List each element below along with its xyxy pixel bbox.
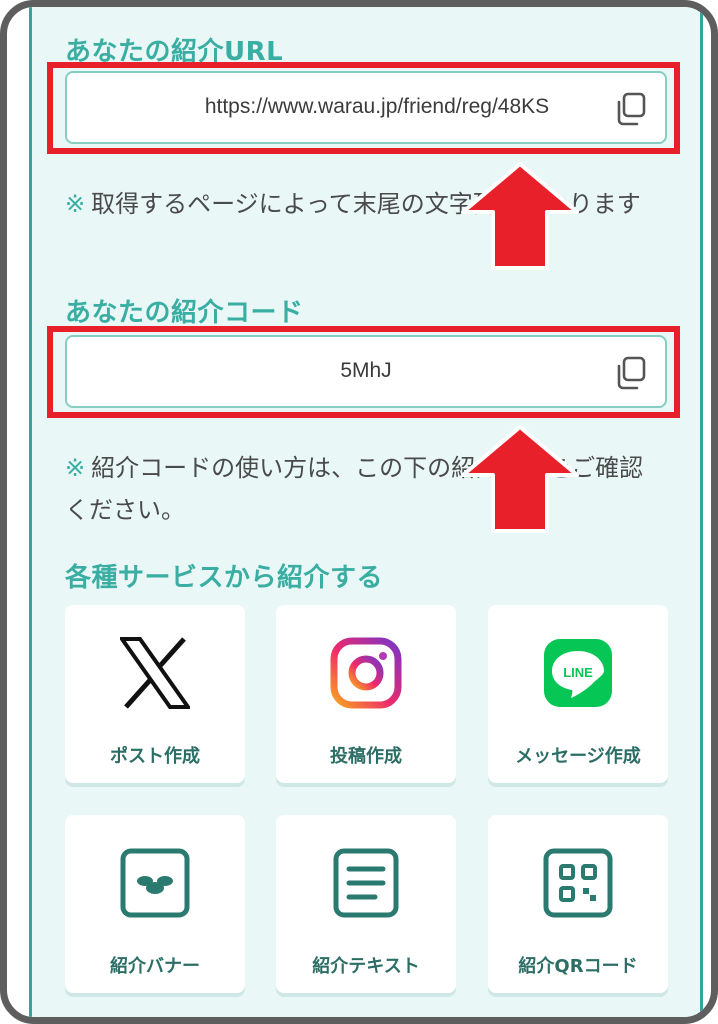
line-message-card[interactable]: LINE メッセージ作成 xyxy=(488,605,668,783)
post-create-label: ポスト作成 xyxy=(110,746,200,767)
code-note-link[interactable]: 方法 xyxy=(499,454,547,482)
code-note: ※ 紹介コードの使い方は、この下の紹介方法をご確認ください。 xyxy=(65,447,665,531)
url-note: ※ 取得するページによって末尾の文字列が変わります xyxy=(65,183,665,225)
svg-text:LINE: LINE xyxy=(563,665,593,680)
phone-frame: あなたの紹介URL https://www.warau.jp/friend/re… xyxy=(0,0,718,1024)
referral-qr-label: 紹介QRコード xyxy=(518,956,638,977)
instagram-post-card[interactable]: 投稿作成 xyxy=(276,605,456,783)
text-document-icon xyxy=(333,848,399,918)
code-note-mark: ※ xyxy=(65,454,86,482)
referral-url-title: あなたの紹介URL xyxy=(65,37,284,67)
qr-code-icon xyxy=(543,848,613,918)
code-note-text: 紹介コードの使い方は、この下の紹介 xyxy=(91,454,500,482)
referral-text-label: 紹介テキスト xyxy=(312,956,420,977)
referral-code-value[interactable]: 5MhJ xyxy=(67,359,665,383)
url-note-text: 取得するページによって末尾の文字列が変わります xyxy=(91,190,641,218)
x-logo-icon xyxy=(120,637,190,709)
referral-qr-card[interactable]: 紹介QRコード xyxy=(488,815,668,993)
line-message-label: メッセージ作成 xyxy=(515,746,641,767)
copy-url-icon[interactable] xyxy=(613,92,647,126)
banner-icon xyxy=(120,848,190,918)
referral-code-field[interactable]: 5MhJ xyxy=(65,335,667,408)
post-create-card[interactable]: ポスト作成 xyxy=(65,605,245,783)
line-logo-icon: LINE xyxy=(544,639,612,707)
services-title: 各種サービスから紹介する xyxy=(65,563,384,593)
referral-url-field[interactable]: https://www.warau.jp/friend/reg/48KS xyxy=(65,71,667,144)
referral-banner-card[interactable]: 紹介バナー xyxy=(65,815,245,993)
referral-code-title: あなたの紹介コード xyxy=(65,298,304,328)
referral-url-value[interactable]: https://www.warau.jp/friend/reg/48KS xyxy=(89,95,665,119)
instagram-post-label: 投稿作成 xyxy=(330,746,402,767)
instagram-logo-icon xyxy=(330,637,402,709)
url-note-mark: ※ xyxy=(65,190,86,218)
referral-text-card[interactable]: 紹介テキスト xyxy=(276,815,456,993)
referral-banner-label: 紹介バナー xyxy=(110,956,200,977)
copy-code-icon[interactable] xyxy=(613,356,647,390)
